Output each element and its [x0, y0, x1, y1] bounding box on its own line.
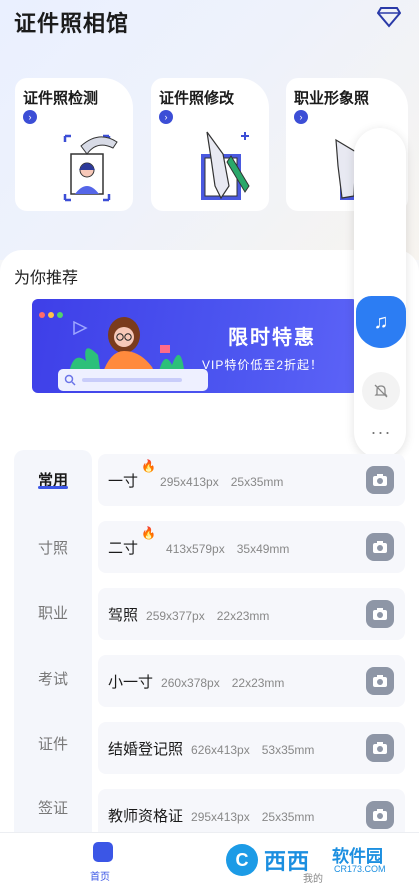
watermark-brand: 西西: [264, 850, 311, 875]
face-check-illustration: [63, 134, 118, 202]
hot-fire-icon: 🔥: [141, 459, 156, 473]
camera-icon: [373, 474, 387, 486]
category-career[interactable]: 职业: [14, 602, 92, 623]
category-certificate[interactable]: 证件: [14, 733, 92, 754]
camera-icon: [373, 608, 387, 620]
size-px: 413x579px: [166, 542, 225, 556]
size-mm: 25x35mm: [230, 475, 284, 489]
feature-card-photo-edit[interactable]: 证件照修改 ›: [151, 78, 269, 211]
watermark-url: CR173.COM: [334, 864, 386, 874]
hot-fire-icon: 🔥: [141, 526, 156, 540]
watermark-logo: C: [226, 844, 258, 876]
site-watermark: C 西西 软件园 CR173.COM: [226, 842, 416, 878]
banner-search-bar: [58, 369, 208, 391]
promo-banner[interactable]: 限时特惠 VIP特价低至2折起！: [32, 299, 358, 393]
size-mm: 35x49mm: [236, 542, 290, 556]
banner-subtitle: VIP特价低至2折起！: [202, 358, 324, 372]
category-sidebar: [14, 450, 92, 884]
search-icon: [64, 374, 76, 386]
camera-icon: [373, 809, 387, 821]
size-mm: 25x35mm: [261, 810, 315, 824]
size-name: 教师资格证: [108, 808, 184, 825]
size-mm: 22x23mm: [231, 676, 285, 690]
size-px: 295x413px: [191, 810, 250, 824]
size-item-marriage[interactable]: 结婚登记照 626x413px 53x35mm: [98, 722, 405, 774]
camera-button[interactable]: [366, 466, 394, 494]
size-name: 驾照: [108, 607, 139, 624]
size-px: 626x413px: [191, 743, 250, 757]
category-visa[interactable]: 签证: [14, 797, 92, 818]
feature-label: 证件照修改: [159, 90, 235, 107]
nav-home-label[interactable]: 首页: [90, 868, 110, 883]
app-title: 证件照相馆: [14, 11, 130, 36]
camera-button[interactable]: [366, 600, 394, 628]
camera-button[interactable]: [366, 533, 394, 561]
size-px: 260x378px: [161, 676, 220, 690]
diamond-vip-icon[interactable]: [377, 6, 401, 28]
more-dots-icon[interactable]: ···: [366, 422, 396, 442]
size-mm: 53x35mm: [261, 743, 315, 757]
size-item-driver-license[interactable]: 驾照 259x377px 22x23mm: [98, 588, 405, 640]
size-name: 小一寸: [108, 674, 154, 691]
category-exam[interactable]: 考试: [14, 668, 92, 689]
category-inch[interactable]: 寸照: [14, 537, 92, 558]
size-name: 结婚登记照: [108, 741, 184, 758]
banner-title: 限时特惠: [228, 327, 316, 349]
feature-label: 职业形象照: [294, 90, 370, 107]
size-px: 259x377px: [146, 609, 205, 623]
music-icon[interactable]: ♫: [356, 296, 406, 348]
camera-button[interactable]: [366, 734, 394, 762]
camera-button[interactable]: [366, 801, 394, 829]
size-item-two-inch[interactable]: 二寸 413x579px 35x49mm 🔥: [98, 521, 405, 573]
size-name: 一寸: [108, 473, 139, 490]
camera-icon: [373, 675, 387, 687]
camera-button[interactable]: [366, 667, 394, 695]
chevron-right-icon: ›: [159, 110, 173, 124]
feature-card-photo-check[interactable]: 证件照检测 ›: [15, 78, 133, 211]
size-name: 二寸: [108, 540, 139, 557]
size-px: 295x413px: [160, 475, 219, 489]
bell-off-icon[interactable]: [362, 372, 400, 410]
size-mm: 22x23mm: [216, 609, 270, 623]
size-item-one-inch[interactable]: 一寸 295x413px 25x35mm 🔥: [98, 454, 405, 506]
size-item-small-one-inch[interactable]: 小一寸 260x378px 22x23mm: [98, 655, 405, 707]
pen-edit-illustration: [201, 131, 250, 200]
active-category-indicator: [38, 486, 68, 489]
recommend-title: 为你推荐: [14, 270, 79, 287]
home-icon[interactable]: [93, 842, 113, 862]
camera-icon: [373, 742, 387, 754]
feature-label: 证件照检测: [23, 90, 99, 107]
chevron-right-icon: ›: [294, 110, 308, 124]
chevron-right-icon: ›: [23, 110, 37, 124]
camera-icon: [373, 541, 387, 553]
